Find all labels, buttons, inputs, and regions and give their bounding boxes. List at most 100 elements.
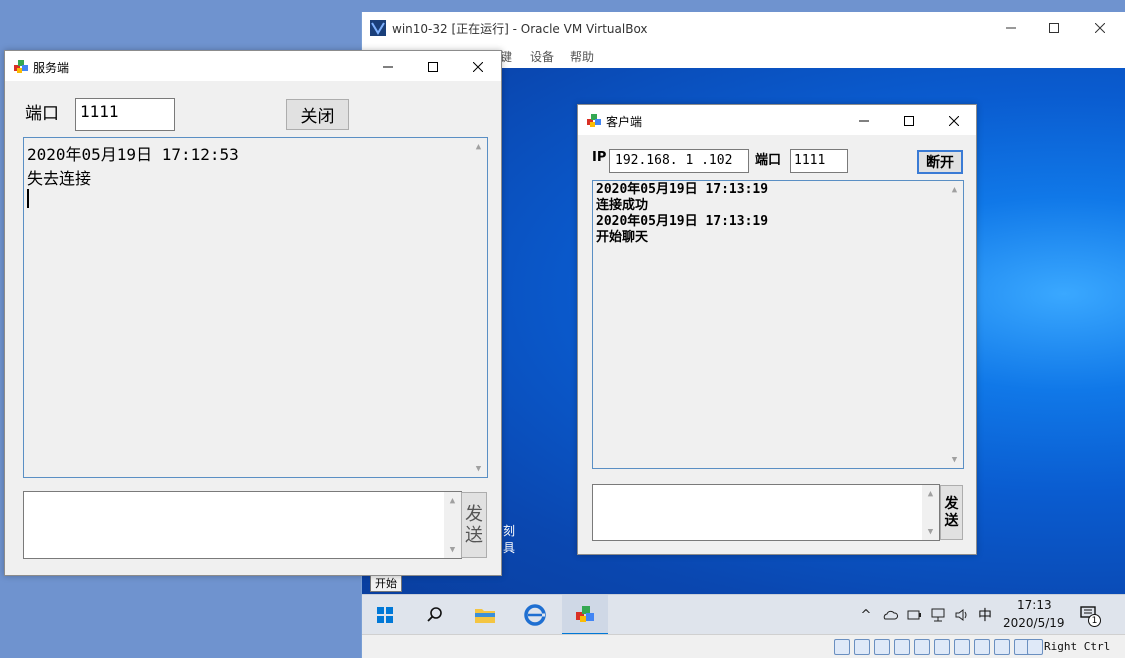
clock-date[interactable]: 2020/5/19 bbox=[1003, 616, 1065, 630]
edge-icon bbox=[524, 604, 546, 626]
host-key-label: Right Ctrl bbox=[1044, 640, 1111, 653]
client-titlebar: 客户端 bbox=[578, 105, 976, 135]
send-label: 发 bbox=[944, 495, 959, 512]
taskbar-app-chat[interactable] bbox=[562, 595, 608, 635]
virtualbox-title: win10-32 [正在运行] - Oracle VM VirtualBox bbox=[392, 22, 648, 36]
minimize-button[interactable] bbox=[841, 105, 887, 137]
send-label: 发 bbox=[465, 504, 483, 525]
folder-icon bbox=[475, 609, 495, 623]
disconnect-button[interactable]: 断开 bbox=[917, 150, 963, 174]
port-input[interactable]: 1111 bbox=[790, 149, 848, 173]
hdd-status-icon[interactable] bbox=[834, 639, 850, 655]
close-icon bbox=[1095, 23, 1105, 33]
maximize-button[interactable] bbox=[886, 105, 932, 137]
chevron-up-icon[interactable]: ▲ bbox=[946, 181, 963, 198]
minimize-icon bbox=[1006, 27, 1016, 29]
server-title: 服务端 bbox=[33, 61, 70, 75]
app-blocks-icon bbox=[14, 60, 28, 73]
start-button[interactable] bbox=[362, 595, 408, 635]
close-button[interactable] bbox=[1077, 12, 1123, 44]
app-blocks-icon bbox=[576, 606, 594, 622]
chevron-down-icon[interactable]: ▼ bbox=[444, 541, 461, 558]
menu-item-devices[interactable]: 设备 bbox=[530, 48, 554, 65]
battery-icon[interactable] bbox=[906, 607, 922, 623]
audio-status-icon[interactable] bbox=[874, 639, 890, 655]
virtualbox-icon bbox=[370, 20, 386, 36]
server-titlebar: 服务端 bbox=[5, 51, 501, 81]
log-line: 2020年05月19日 17:12:53 bbox=[27, 145, 239, 164]
server-log: 2020年05月19日 17:12:53 失去连接 ▲ ▼ bbox=[23, 137, 488, 478]
virtualbox-statusbar: Right Ctrl bbox=[362, 634, 1125, 658]
display-status-icon[interactable] bbox=[954, 639, 970, 655]
minimize-icon bbox=[859, 120, 869, 122]
client-window: 客户端 IP 192.168. 1 .102 端口 1111 断开 2020年0… bbox=[577, 104, 977, 555]
log-line: 2020年05月19日 17:13:19 bbox=[596, 182, 769, 197]
send-label: 送 bbox=[944, 512, 959, 529]
input-scrollbar[interactable]: ▲ ▼ bbox=[922, 485, 939, 540]
menu-item-help[interactable]: 帮助 bbox=[570, 48, 594, 65]
ime-indicator[interactable]: 中 bbox=[978, 605, 992, 625]
port-label: 端口 bbox=[755, 153, 782, 168]
network-status-icon[interactable] bbox=[894, 639, 910, 655]
close-button[interactable] bbox=[455, 51, 501, 83]
port-input[interactable]: 1111 bbox=[75, 98, 175, 131]
clock-time[interactable]: 17:13 bbox=[1017, 598, 1052, 612]
server-message-input[interactable]: ▲ ▼ bbox=[23, 491, 462, 559]
virtualbox-titlebar: win10-32 [正在运行] - Oracle VM VirtualBox bbox=[362, 12, 1125, 44]
minimize-button[interactable] bbox=[988, 12, 1034, 44]
close-button[interactable] bbox=[931, 105, 977, 137]
port-label: 端口 bbox=[25, 104, 59, 124]
chevron-down-icon[interactable]: ▼ bbox=[922, 523, 939, 540]
chevron-up-icon[interactable]: ▲ bbox=[922, 485, 939, 502]
app-blocks-icon bbox=[587, 114, 601, 127]
recording-status-icon[interactable] bbox=[974, 639, 990, 655]
maximize-icon bbox=[904, 116, 914, 126]
log-line: 2020年05月19日 17:13:19 bbox=[596, 214, 769, 229]
client-send-button[interactable]: 发 送 bbox=[940, 485, 963, 540]
file-explorer-button[interactable] bbox=[462, 595, 508, 635]
chevron-down-icon[interactable]: ▼ bbox=[946, 451, 963, 468]
windows-logo-icon bbox=[377, 607, 393, 623]
send-label: 送 bbox=[465, 525, 483, 546]
edge-browser-button[interactable] bbox=[512, 595, 558, 635]
maximize-button[interactable] bbox=[1031, 12, 1077, 44]
close-server-button[interactable]: 关闭 bbox=[286, 99, 349, 130]
chevron-up-icon[interactable]: ^ bbox=[858, 607, 874, 623]
notification-badge: 1 bbox=[1088, 614, 1101, 627]
maximize-icon bbox=[428, 62, 438, 72]
desktop-icon-label[interactable]: 具 bbox=[503, 539, 515, 556]
desktop-icon-label[interactable]: 刻 bbox=[503, 522, 515, 539]
client-title: 客户端 bbox=[606, 115, 643, 129]
ip-input[interactable]: 192.168. 1 .102 bbox=[609, 149, 749, 173]
volume-icon[interactable] bbox=[954, 607, 970, 623]
search-button[interactable] bbox=[412, 595, 458, 635]
client-log: 2020年05月19日 17:13:19 连接成功 2020年05月19日 17… bbox=[592, 180, 964, 469]
chevron-up-icon[interactable]: ▲ bbox=[444, 492, 461, 509]
search-icon bbox=[427, 607, 442, 622]
server-window: 服务端 端口 1111 关闭 2020年05月19日 17:12:53 失去连接… bbox=[4, 50, 502, 576]
maximize-button[interactable] bbox=[410, 51, 456, 83]
chevron-up-icon[interactable]: ▲ bbox=[470, 138, 487, 155]
minimize-button[interactable] bbox=[365, 51, 411, 83]
input-scrollbar[interactable]: ▲ ▼ bbox=[444, 492, 461, 558]
log-line: 失去连接 bbox=[27, 169, 92, 188]
cpu-status-icon[interactable] bbox=[994, 639, 1010, 655]
ip-label: IP bbox=[592, 150, 607, 165]
onedrive-cloud-icon[interactable] bbox=[882, 607, 898, 623]
maximize-icon bbox=[1049, 23, 1059, 33]
log-scrollbar[interactable]: ▲ ▼ bbox=[470, 138, 487, 477]
chevron-down-icon[interactable]: ▼ bbox=[470, 460, 487, 477]
keyboard-capture-icon[interactable] bbox=[1027, 639, 1043, 655]
optical-drive-icon[interactable] bbox=[854, 639, 870, 655]
action-center-button[interactable]: 1 bbox=[1080, 603, 1102, 627]
shared-folder-icon[interactable] bbox=[934, 639, 950, 655]
client-message-input[interactable]: ▲ ▼ bbox=[592, 484, 940, 541]
network-icon[interactable] bbox=[930, 607, 946, 623]
server-send-button[interactable]: 发 送 bbox=[461, 492, 487, 558]
close-icon bbox=[473, 62, 483, 72]
text-caret bbox=[27, 189, 29, 208]
usb-status-icon[interactable] bbox=[914, 639, 930, 655]
log-line: 开始聊天 bbox=[596, 230, 649, 245]
log-scrollbar[interactable]: ▲ ▼ bbox=[946, 181, 963, 468]
guest-taskbar: ^ 中 17:13 2020/5/19 1 bbox=[362, 594, 1125, 635]
